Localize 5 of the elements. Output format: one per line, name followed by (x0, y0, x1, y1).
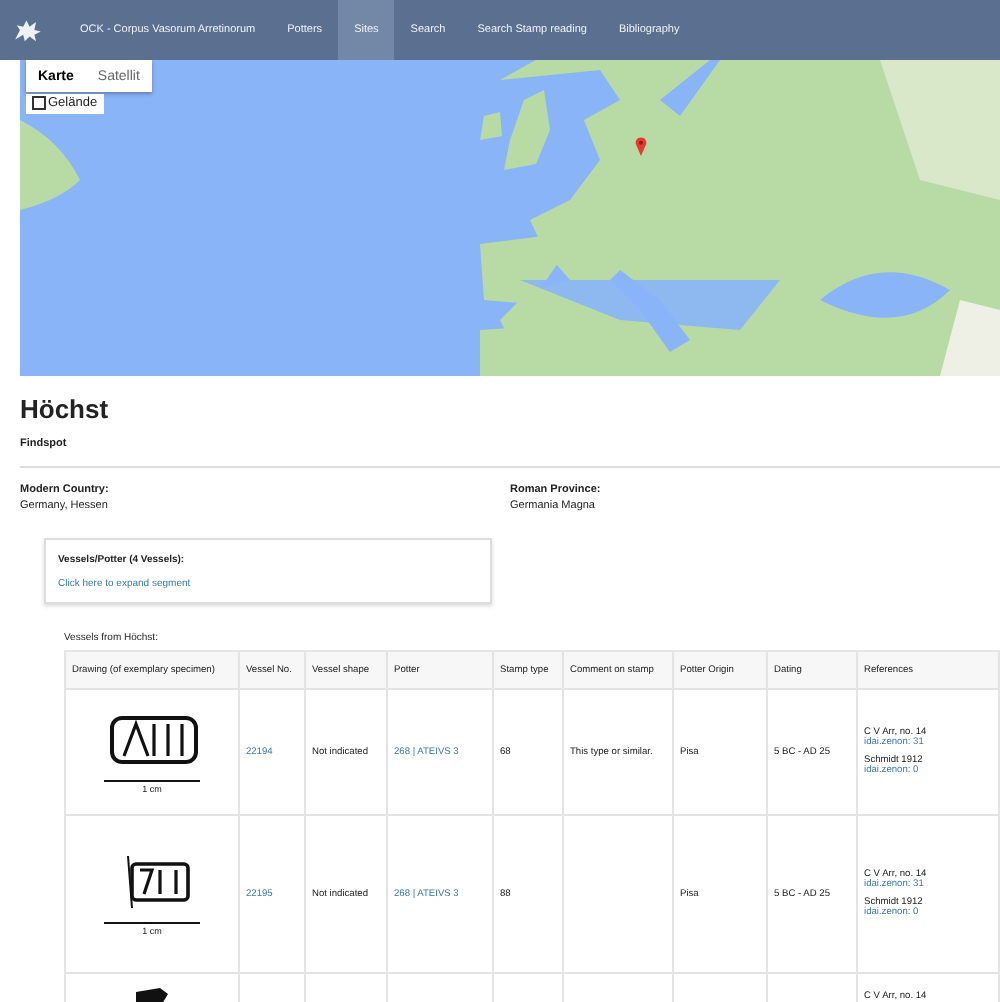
map-pin-icon[interactable] (634, 136, 648, 156)
page-title: Höchst (20, 394, 111, 424)
checkbox[interactable] (32, 96, 46, 110)
scale-bar (104, 921, 200, 923)
scale-bar (104, 779, 200, 781)
